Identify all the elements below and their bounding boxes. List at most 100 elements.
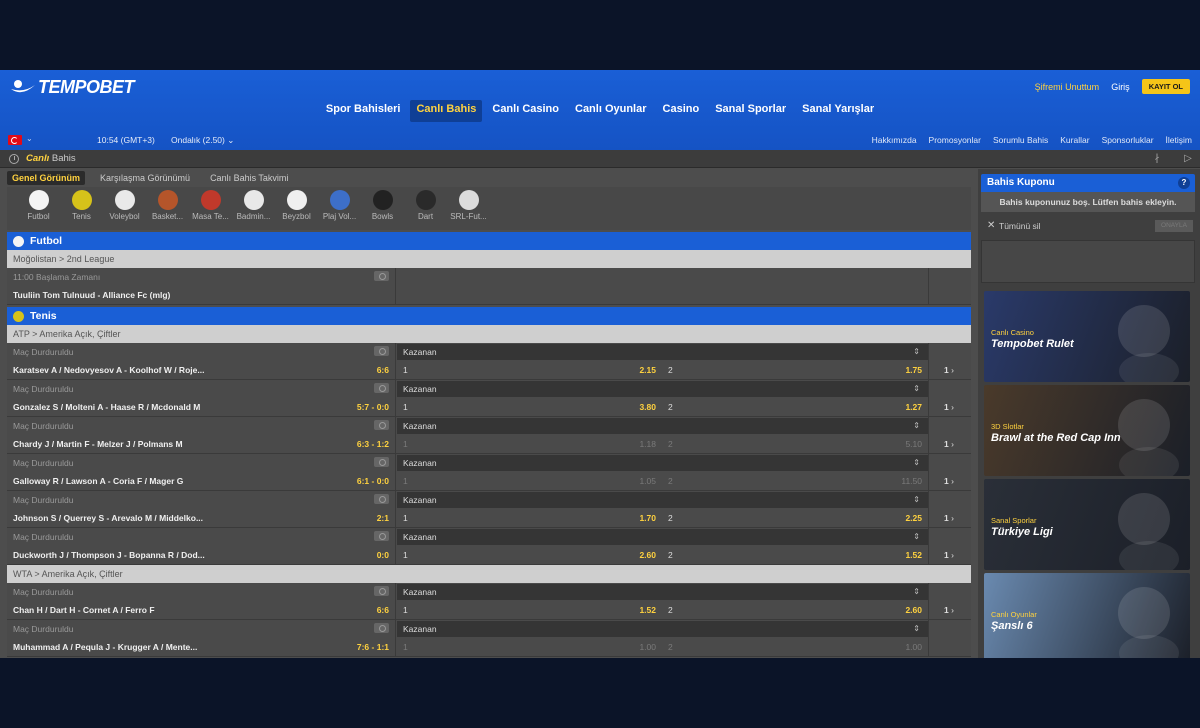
sport-filter-table-tennis[interactable]: Masa Te... — [189, 187, 232, 230]
odd-button-home[interactable]: 1 1.00 — [397, 640, 662, 655]
stats-icon[interactable]: ∤ — [1150, 153, 1164, 165]
market-select[interactable]: Kazanan ⇕ — [397, 584, 928, 600]
odd-button-home[interactable]: 1 1.52 — [397, 603, 662, 618]
sport-filter-basketball[interactable]: Basket... — [146, 187, 189, 230]
odd-button-home[interactable]: 1 1.18 — [397, 437, 662, 452]
sport-filter-bowls[interactable]: Bowls — [361, 187, 404, 230]
market-select[interactable]: Kazanan ⇕ — [397, 418, 928, 434]
turkey-flag-icon[interactable] — [8, 135, 22, 145]
live-stream-icon[interactable] — [374, 271, 389, 281]
match-row[interactable]: 11:00 Başlama Zamanı Tuuliin Tom Tulnuud… — [7, 268, 971, 305]
odd-button-away[interactable]: 2 5.10 — [662, 437, 928, 452]
link-responsible-gaming[interactable]: Sorumlu Bahis — [993, 135, 1048, 145]
more-markets-button[interactable]: 1 › — [928, 380, 971, 417]
register-button[interactable]: KAYIT OL — [1141, 79, 1190, 94]
live-stream-icon[interactable] — [374, 494, 389, 504]
live-stream-icon[interactable] — [374, 623, 389, 633]
link-contact[interactable]: İletişim — [1166, 135, 1192, 145]
tab-canli-bahis-takvimi[interactable]: Canlı Bahis Takvimi — [205, 171, 293, 185]
sport-filter-beach-volleyball[interactable]: Plaj Vol... — [318, 187, 361, 230]
promo-turkiye-ligi[interactable]: Sanal Sporlar Türkiye Ligi — [984, 479, 1190, 570]
more-markets-button[interactable]: 1 › — [928, 583, 971, 620]
odd-button-home[interactable]: 1 2.60 — [397, 548, 662, 563]
clear-all-link[interactable]: Tümünü sil — [999, 221, 1041, 231]
more-markets-button[interactable]: 1 › — [928, 454, 971, 491]
odd-button-home[interactable]: 1 1.05 — [397, 474, 662, 489]
tab-karsilasma-gorunumu[interactable]: Karşılaşma Görünümü — [95, 171, 195, 185]
odd-button-away[interactable]: 2 2.25 — [662, 511, 928, 526]
site-logo[interactable]: TEMPOBET — [10, 77, 135, 97]
close-icon[interactable]: ✕ — [987, 220, 995, 231]
market-select[interactable]: Kazanan ⇕ — [397, 381, 928, 397]
category-header-futbol[interactable]: Futbol — [7, 232, 971, 250]
odd-button-away[interactable]: 2 1.52 — [662, 548, 928, 563]
promo-tempobet-rulet[interactable]: Canlı Casino Tempobet Rulet — [984, 291, 1190, 382]
sport-filter-srl-football[interactable]: SRL-Fut... — [447, 187, 490, 230]
match-info: Maç Durduruldu Duckworth J / Thompson J -… — [7, 528, 396, 565]
match-row[interactable]: Maç Durduruldu Duckworth J / Thompson J -… — [7, 528, 971, 565]
link-sponsorships[interactable]: Sponsorluklar — [1102, 135, 1154, 145]
forgot-password-link[interactable]: Şifremi Unuttum — [1035, 82, 1100, 92]
odd-button-away[interactable]: 2 1.75 — [662, 363, 928, 378]
live-stream-icon[interactable] — [374, 420, 389, 430]
odd-button-away[interactable]: 2 11.50 — [662, 474, 928, 489]
live-stream-icon[interactable] — [374, 457, 389, 467]
nav-canli-casino[interactable]: Canlı Casino — [486, 100, 565, 122]
nav-canli-bahis[interactable]: Canlı Bahis — [410, 100, 483, 122]
link-about[interactable]: Hakkımızda — [872, 135, 917, 145]
nav-spor-bahisleri[interactable]: Spor Bahisleri — [320, 100, 407, 122]
sport-filter-football[interactable]: Futbol — [17, 187, 60, 230]
match-row[interactable]: Maç Durduruldu Galloway R / Lawson A - Co… — [7, 454, 971, 491]
sport-filter-darts[interactable]: Dart — [404, 187, 447, 230]
sport-filter-baseball[interactable]: Beyzbol — [275, 187, 318, 230]
promo-brawl-red-cap-inn[interactable]: 3D Slotlar Brawl at the Red Cap Inn — [984, 385, 1190, 476]
tab-genel-gorunum[interactable]: Genel Görünüm — [7, 171, 86, 185]
match-row[interactable]: Maç Durduruldu Karatsev A / Nedovyesov A … — [7, 343, 971, 380]
nav-casino[interactable]: Casino — [657, 100, 706, 122]
market-select[interactable]: Kazanan ⇕ — [397, 344, 928, 360]
more-markets-button[interactable]: 1 › — [928, 343, 971, 380]
league-header[interactable]: Moğolistan > 2nd League — [7, 250, 971, 268]
category-header-tenis[interactable]: Tenis — [7, 307, 971, 325]
login-link[interactable]: Giriş — [1111, 82, 1130, 92]
odd-button-home[interactable]: 1 1.70 — [397, 511, 662, 526]
promo-sansli-6[interactable]: Canlı Oyunlar Şanslı 6 — [984, 573, 1190, 658]
live-stream-icon[interactable] — [374, 531, 389, 541]
match-row[interactable]: Maç Durduruldu Gonzalez S / Molteni A - H… — [7, 380, 971, 417]
odd-button-home[interactable]: 1 2.15 — [397, 363, 662, 378]
nav-canli-oyunlar[interactable]: Canlı Oyunlar — [569, 100, 653, 122]
odd-button-away[interactable]: 2 2.60 — [662, 603, 928, 618]
sport-filter-badminton[interactable]: Badmin... — [232, 187, 275, 230]
match-row[interactable]: Maç Durduruldu Chan H / Dart H - Cornet A… — [7, 583, 971, 620]
odd-button-away[interactable]: 2 1.00 — [662, 640, 928, 655]
match-row[interactable]: Maç Durduruldu Chardy J / Martin F - Melz… — [7, 417, 971, 454]
nav-sanal-yarislar[interactable]: Sanal Yarışlar — [796, 100, 880, 122]
market-select[interactable]: Kazanan ⇕ — [397, 455, 928, 471]
league-header[interactable]: ATP > Amerika Açık, Çiftler — [7, 325, 971, 343]
market-select[interactable]: Kazanan ⇕ — [397, 492, 928, 508]
sport-filter-volleyball[interactable]: Voleybol — [103, 187, 146, 230]
match-row[interactable]: Maç Durduruldu Muhammad A / Pequla J - Kr… — [7, 620, 971, 657]
market-select[interactable]: Kazanan ⇕ — [397, 621, 928, 637]
link-rules[interactable]: Kurallar — [1060, 135, 1089, 145]
more-markets-button[interactable]: 1 › — [928, 528, 971, 565]
nav-sanal-sporlar[interactable]: Sanal Sporlar — [709, 100, 792, 122]
chevron-down-icon[interactable]: ⌄ — [26, 134, 33, 143]
odd-button-away[interactable]: 2 1.27 — [662, 400, 928, 415]
confirm-button[interactable]: ONAYLA — [1155, 220, 1193, 232]
league-header[interactable]: WTA > Amerika Açık, Çiftler — [7, 565, 971, 583]
live-stream-icon[interactable] — [374, 346, 389, 356]
help-icon[interactable]: ? — [1178, 177, 1190, 189]
more-markets-button[interactable]: 1 › — [928, 417, 971, 454]
live-stream-icon[interactable] — [374, 383, 389, 393]
more-markets-button[interactable] — [928, 620, 971, 657]
play-icon[interactable]: ▷ — [1181, 153, 1195, 165]
market-select[interactable]: Kazanan ⇕ — [397, 529, 928, 545]
odd-button-home[interactable]: 1 3.80 — [397, 400, 662, 415]
sport-filter-tennis[interactable]: Tenis — [60, 187, 103, 230]
match-row[interactable]: Maç Durduruldu Johnson S / Querrey S - Ar… — [7, 491, 971, 528]
link-promotions[interactable]: Promosyonlar — [929, 135, 981, 145]
odds-format-select[interactable]: Ondalık (2.50) ⌄ — [171, 135, 234, 146]
more-markets-button[interactable]: 1 › — [928, 491, 971, 528]
live-stream-icon[interactable] — [374, 586, 389, 596]
